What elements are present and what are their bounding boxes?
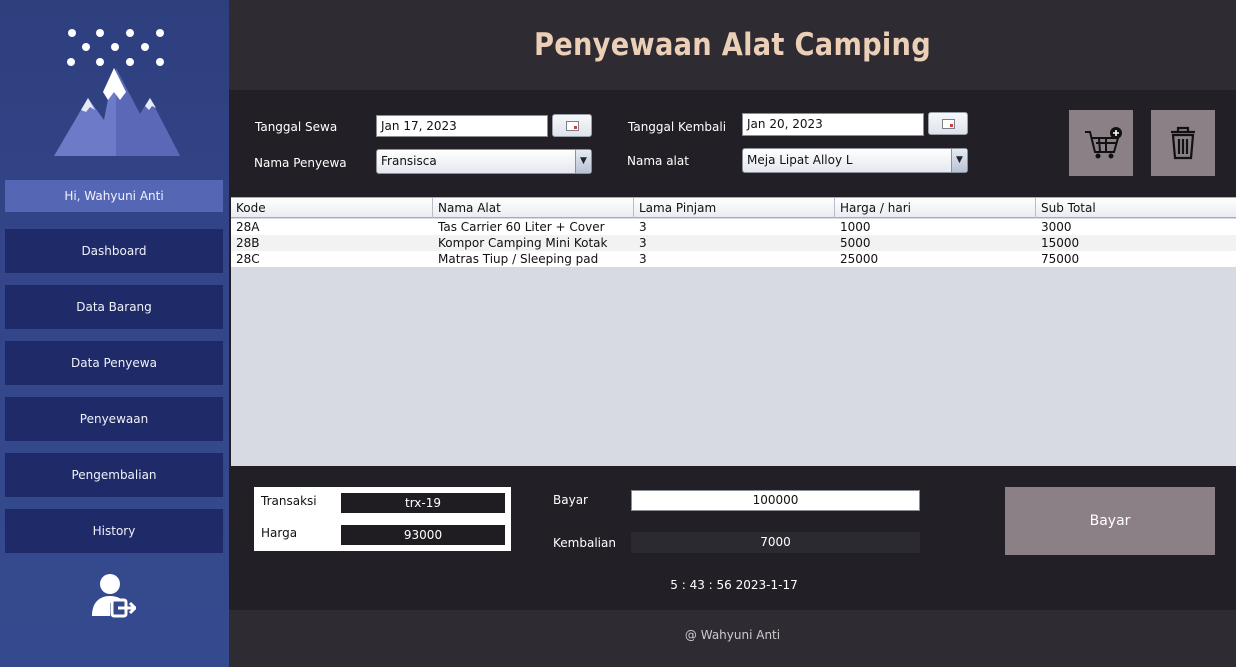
column-header-harga-hari[interactable]: Harga / hari (835, 198, 1036, 218)
cell-sub-total: 15000 (1041, 236, 1080, 250)
table-row[interactable]: 28B Kompor Camping Mini Kotak 3 5000 150… (231, 235, 1236, 251)
sidebar-item-pengembalian[interactable]: Pengembalian (5, 453, 223, 497)
kembalian-label: Kembalian (553, 536, 616, 550)
nama-alat-selected: Meja Lipat Alloy L (747, 153, 853, 167)
column-header-nama-alat[interactable]: Nama Alat (433, 198, 634, 218)
add-to-cart-button[interactable] (1069, 110, 1133, 176)
nama-alat-label: Nama alat (627, 154, 689, 168)
cell-harga-hari: 25000 (840, 252, 879, 266)
sidebar-item-penyewaan[interactable]: Penyewaan (5, 397, 223, 441)
kembalian-value: 7000 (631, 532, 920, 553)
table-header: Kode Nama Alat Lama Pinjam Harga / hari … (231, 197, 1236, 218)
delete-button[interactable] (1151, 110, 1215, 176)
rental-table[interactable]: Kode Nama Alat Lama Pinjam Harga / hari … (231, 197, 1236, 466)
greeting-label: Hi, Wahyuni Anti (5, 180, 223, 212)
sidebar-item-history[interactable]: History (5, 509, 223, 553)
cell-kode: 28C (236, 252, 260, 266)
cell-nama-alat: Matras Tiup / Sleeping pad (438, 252, 599, 266)
calendar-icon (942, 119, 955, 129)
transaction-summary-panel: Transaksi trx-19 Harga 93000 (254, 487, 511, 551)
harga-label: Harga (261, 526, 298, 540)
column-header-kode[interactable]: Kode (231, 198, 433, 218)
table-row[interactable]: 28C Matras Tiup / Sleeping pad 3 25000 7… (231, 251, 1236, 267)
nama-penyewa-label: Nama Penyewa (254, 156, 347, 170)
trash-icon (1171, 126, 1195, 160)
cell-sub-total: 3000 (1041, 220, 1072, 234)
cell-kode: 28A (236, 220, 260, 234)
clock-label: 5 : 43 : 56 2023-1-17 (670, 578, 798, 592)
transaksi-value: trx-19 (341, 493, 505, 513)
nama-penyewa-selected: Fransisca (381, 154, 437, 168)
nama-penyewa-select[interactable]: Fransisca ▼ (376, 149, 592, 174)
transaksi-label: Transaksi (261, 494, 317, 508)
cell-harga-hari: 5000 (840, 236, 871, 250)
cart-add-icon (1085, 127, 1122, 159)
sidebar-item-data-penyewa[interactable]: Data Penyewa (5, 341, 223, 385)
chevron-down-icon: ▼ (951, 149, 967, 172)
calendar-icon (566, 121, 579, 131)
cell-sub-total: 75000 (1041, 252, 1080, 266)
column-header-lama-pinjam[interactable]: Lama Pinjam (634, 198, 835, 218)
page-title: Penyewaan Alat Camping (533, 27, 932, 63)
tanggal-sewa-field[interactable]: Jan 17, 2023 (376, 115, 548, 137)
cell-lama-pinjam: 3 (639, 236, 647, 250)
nama-alat-select[interactable]: Meja Lipat Alloy L ▼ (742, 148, 968, 173)
bayar-input[interactable]: 100000 (631, 490, 920, 511)
cell-nama-alat: Kompor Camping Mini Kotak (438, 236, 608, 250)
tanggal-kembali-field[interactable]: Jan 20, 2023 (742, 113, 924, 136)
cell-lama-pinjam: 3 (639, 252, 647, 266)
mountain-snow-icon (54, 29, 180, 156)
table-row[interactable]: 28A Tas Carrier 60 Liter + Cover 3 1000 … (231, 219, 1236, 235)
sidebar-item-data-barang[interactable]: Data Barang (5, 285, 223, 329)
tanggal-kembali-label: Tanggal Kembali (628, 120, 727, 134)
sidebar: Hi, Wahyuni Anti Dashboard Data Barang D… (0, 0, 229, 667)
sidebar-item-dashboard[interactable]: Dashboard (5, 229, 223, 273)
cell-lama-pinjam: 3 (639, 220, 647, 234)
user-logout-icon[interactable] (90, 572, 136, 618)
cell-kode: 28B (236, 236, 260, 250)
bayar-button[interactable]: Bayar (1005, 487, 1215, 555)
bayar-label: Bayar (553, 493, 588, 507)
column-header-sub-total[interactable]: Sub Total (1036, 198, 1236, 218)
header: Penyewaan Alat Camping (229, 0, 1236, 90)
tanggal-kembali-calendar-button[interactable] (928, 112, 968, 135)
cell-nama-alat: Tas Carrier 60 Liter + Cover (438, 220, 605, 234)
tanggal-sewa-calendar-button[interactable] (552, 114, 592, 137)
harga-value: 93000 (341, 525, 505, 545)
chevron-down-icon: ▼ (575, 150, 591, 173)
footer: @ Wahyuni Anti (229, 610, 1236, 667)
cell-harga-hari: 1000 (840, 220, 871, 234)
tanggal-sewa-label: Tanggal Sewa (255, 120, 338, 134)
